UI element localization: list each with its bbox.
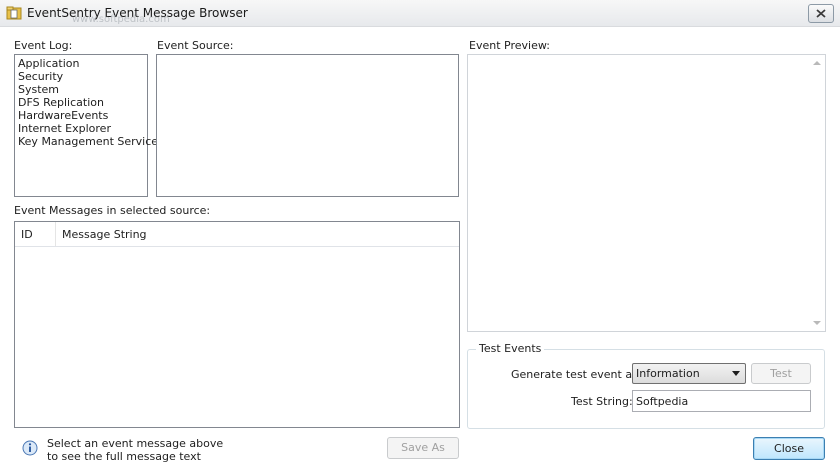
event-source-label: Event Source:	[157, 39, 234, 52]
footer-hint-line1: Select an event message above	[47, 437, 224, 450]
event-log-label: Event Log:	[14, 39, 73, 52]
list-item[interactable]: Internet Explorer	[15, 122, 147, 135]
folder-icon	[6, 6, 22, 20]
test-string-label: Test String:	[571, 395, 633, 408]
event-source-list[interactable]	[156, 54, 459, 197]
window-close-button[interactable]	[808, 4, 834, 23]
chevron-down-icon	[732, 371, 740, 376]
test-events-group	[467, 349, 825, 429]
event-preview-text[interactable]	[467, 54, 826, 332]
footer-hint: Select an event message above to see the…	[47, 437, 223, 463]
event-messages-label: Event Messages in selected source:	[14, 204, 211, 217]
test-string-input[interactable]	[633, 391, 809, 411]
scroll-down-icon[interactable]	[813, 321, 821, 325]
list-item[interactable]: System	[15, 83, 147, 96]
title-bar: EventSentry Event Message Browser www.so…	[0, 0, 840, 27]
list-item[interactable]: Security	[15, 70, 147, 83]
listview-header: ID Message String	[15, 222, 459, 247]
save-as-button[interactable]: Save As	[387, 437, 459, 459]
close-icon	[816, 9, 826, 18]
scroll-up-icon[interactable]	[813, 61, 821, 65]
event-preview-label: Event Preview:	[469, 39, 550, 52]
column-header-id[interactable]: ID	[15, 222, 56, 246]
list-item[interactable]: Key Management Service	[15, 135, 158, 148]
info-icon	[22, 440, 38, 456]
event-type-dropdown[interactable]: Information	[632, 363, 746, 384]
list-item[interactable]: DFS Replication	[15, 96, 147, 109]
close-button[interactable]: Close	[753, 437, 825, 460]
event-messages-listview[interactable]: ID Message String	[14, 221, 460, 428]
test-events-group-title: Test Events	[476, 342, 545, 355]
list-item[interactable]: Application	[15, 57, 147, 70]
generate-test-event-label: Generate test event as:	[511, 368, 642, 381]
preview-scrollbar[interactable]	[809, 55, 825, 331]
event-type-value: Information	[636, 367, 700, 380]
list-item[interactable]: HardwareEvents	[15, 109, 147, 122]
footer-hint-line2: to see the full message text	[47, 450, 201, 463]
test-string-field[interactable]	[632, 390, 811, 412]
column-header-message-string[interactable]: Message String	[56, 222, 456, 246]
event-log-list[interactable]: Application Security System DFS Replicat…	[14, 54, 158, 197]
test-button[interactable]: Test	[751, 363, 811, 384]
watermark: www.softpedia.com	[72, 14, 170, 25]
